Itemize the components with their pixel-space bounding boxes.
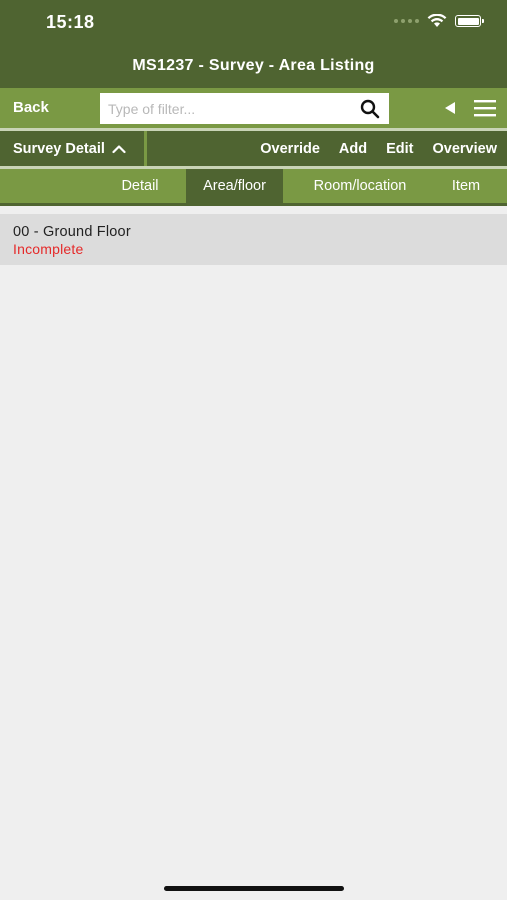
cellular-signal-icon (394, 19, 419, 23)
list-item[interactable]: 00 - Ground Floor Incomplete (0, 214, 507, 265)
area-list: 00 - Ground Floor Incomplete (0, 214, 507, 265)
tab-room-location[interactable]: Room/location (296, 169, 424, 203)
add-button[interactable]: Add (339, 141, 367, 157)
status-bar: 15:18 (0, 0, 507, 44)
page-title: MS1237 - Survey - Area Listing (132, 57, 375, 74)
action-bar-separator (144, 131, 147, 166)
item-title: 00 - Ground Floor (13, 224, 131, 240)
chevron-up-icon (112, 144, 126, 153)
status-time: 15:18 (46, 12, 95, 32)
search-box (100, 93, 389, 124)
survey-detail-label: Survey Detail (13, 140, 105, 157)
search-icon[interactable] (360, 99, 380, 119)
tab-item[interactable]: Item (438, 169, 494, 203)
status-icons (394, 14, 484, 28)
edit-button[interactable]: Edit (386, 141, 413, 157)
tab-area-floor[interactable]: Area/floor (186, 169, 283, 203)
tab-detail[interactable]: Detail (104, 169, 176, 203)
tab-bar: Detail Area/floor Room/location Item (0, 169, 507, 203)
battery-icon (455, 15, 484, 27)
toolbar: Back (0, 88, 507, 128)
title-bar: MS1237 - Survey - Area Listing (0, 44, 507, 88)
hamburger-menu-icon[interactable] (474, 99, 496, 117)
override-button[interactable]: Override (260, 141, 320, 157)
tab-underline (0, 203, 507, 206)
survey-detail-toggle[interactable]: Survey Detail (0, 131, 144, 166)
overview-button[interactable]: Overview (433, 141, 498, 157)
collapse-left-icon[interactable] (444, 101, 456, 115)
back-button[interactable]: Back (13, 88, 49, 128)
action-bar: Survey Detail Override Add Edit Overview (0, 131, 507, 166)
filter-input[interactable] (108, 93, 353, 124)
item-status: Incomplete (13, 241, 84, 257)
action-links: Override Add Edit Overview (241, 131, 497, 166)
wifi-icon (427, 14, 447, 27)
home-indicator[interactable] (164, 886, 344, 891)
